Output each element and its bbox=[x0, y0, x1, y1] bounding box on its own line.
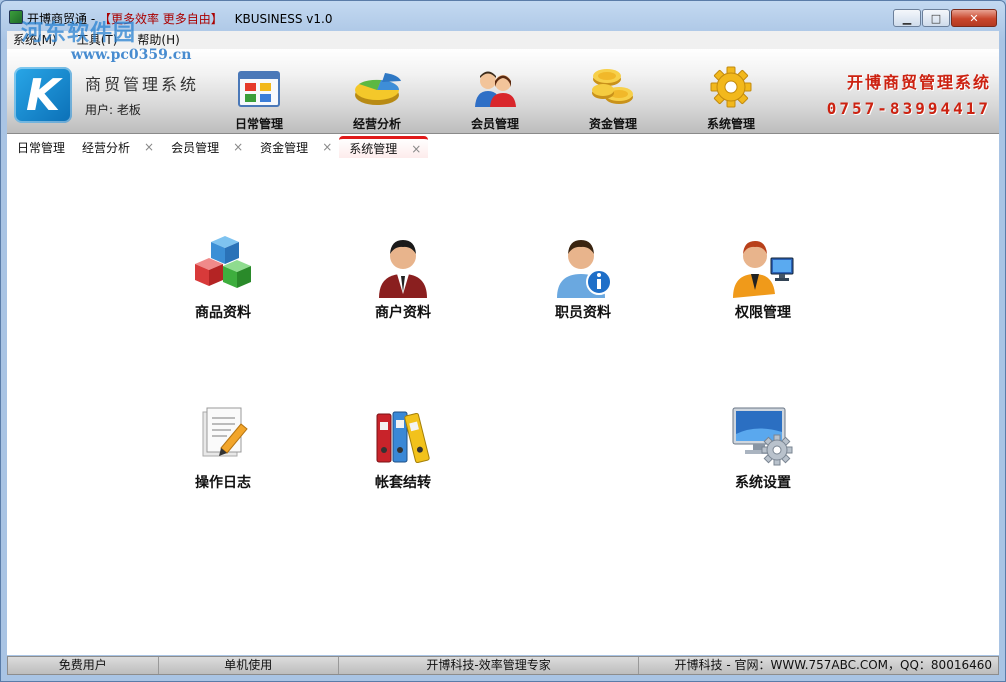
user-computer-icon bbox=[731, 234, 795, 298]
tab-daily[interactable]: 日常管理 bbox=[7, 136, 72, 158]
minimize-button[interactable]: ▁ bbox=[893, 9, 921, 27]
tab-system[interactable]: 系统管理 × bbox=[339, 136, 429, 158]
watermark-text: 河东软件园 bbox=[21, 20, 137, 46]
nav-analysis-label: 经营分析 bbox=[352, 117, 401, 131]
tile-label: 操作日志 bbox=[195, 475, 251, 491]
tile-system-settings[interactable]: 系统设置 bbox=[703, 404, 823, 492]
status-bar: 免费用户 单机使用 开博科技-效率管理专家 开博科技 - 官网：WWW.757A… bbox=[7, 656, 999, 675]
monitor-gear-icon bbox=[731, 404, 795, 468]
tab-label: 系统管理 bbox=[349, 142, 398, 156]
pie-chart-icon bbox=[355, 69, 401, 109]
tile-label: 商户资料 bbox=[375, 305, 431, 321]
window-controls: ▁ □ ✕ bbox=[893, 9, 997, 27]
title-version: KBUSINESS v1.0 bbox=[234, 12, 333, 26]
nav-daily[interactable]: 日常管理 bbox=[219, 69, 299, 132]
tile-employees[interactable]: 职员资料 bbox=[523, 234, 643, 322]
tab-label: 日常管理 bbox=[17, 140, 66, 155]
nav-system-label: 系统管理 bbox=[706, 117, 755, 131]
tab-label: 经营分析 bbox=[82, 140, 131, 155]
tile-label: 系统设置 bbox=[735, 475, 791, 491]
current-user: 用户: 老板 bbox=[85, 103, 141, 117]
nav-daily-label: 日常管理 bbox=[234, 117, 283, 131]
tile-label: 权限管理 bbox=[735, 305, 791, 321]
tab-label: 会员管理 bbox=[171, 140, 220, 155]
tile-merchants[interactable]: 商户资料 bbox=[343, 234, 463, 322]
tab-close-icon[interactable]: × bbox=[322, 140, 332, 154]
daily-icon bbox=[237, 69, 281, 109]
tile-products[interactable]: 商品资料 bbox=[163, 234, 283, 322]
status-slogan: 开博科技-效率管理专家 bbox=[339, 657, 640, 674]
tile-account-transfer[interactable]: 帐套结转 bbox=[343, 404, 463, 492]
tab-close-icon[interactable]: × bbox=[233, 140, 243, 154]
binders-icon bbox=[371, 404, 435, 468]
log-edit-icon bbox=[191, 404, 255, 468]
system-management-panel: 商品资料 商户资料 职员资料 权限管理 操作日志 帐套结转 系统设置 bbox=[7, 158, 999, 655]
status-user-type: 免费用户 bbox=[8, 657, 159, 674]
nav-system[interactable]: 系统管理 bbox=[691, 66, 771, 132]
brand-block: 开博商贸管理系统 0757-83994417 bbox=[827, 69, 991, 118]
status-mode: 单机使用 bbox=[159, 657, 339, 674]
tab-members[interactable]: 会员管理 × bbox=[161, 136, 250, 158]
title-bar[interactable]: 开博商贸通 - 【更多效率 更多自由】 KBUSINESS v1.0 ▁ □ ✕ bbox=[1, 1, 1005, 31]
tile-label: 帐套结转 bbox=[375, 475, 431, 491]
tab-analysis[interactable]: 经营分析 × bbox=[72, 136, 161, 158]
watermark-url: www.pc0359.cn bbox=[71, 47, 192, 63]
nav-analysis[interactable]: 经营分析 bbox=[337, 69, 417, 132]
employee-info-icon bbox=[551, 234, 615, 298]
cubes-icon bbox=[191, 234, 255, 298]
app-logo: K bbox=[14, 67, 72, 123]
tile-permissions[interactable]: 权限管理 bbox=[703, 234, 823, 322]
nav-funds-label: 资金管理 bbox=[588, 117, 637, 131]
close-button[interactable]: ✕ bbox=[951, 9, 997, 27]
members-icon bbox=[473, 69, 517, 109]
tile-label: 职员资料 bbox=[555, 305, 611, 321]
tab-close-icon[interactable]: × bbox=[411, 142, 421, 156]
nav-funds[interactable]: 资金管理 bbox=[573, 69, 653, 132]
tile-label: 商品资料 bbox=[195, 305, 251, 321]
tab-bar: 日常管理 经营分析 × 会员管理 × 资金管理 × 系统管理 × bbox=[7, 134, 999, 158]
maximize-button[interactable]: □ bbox=[922, 9, 950, 27]
businessman-icon bbox=[371, 234, 435, 298]
app-window: 开博商贸通 - 【更多效率 更多自由】 KBUSINESS v1.0 ▁ □ ✕… bbox=[0, 0, 1006, 682]
nav-members[interactable]: 会员管理 bbox=[455, 69, 535, 132]
gear-icon bbox=[709, 66, 753, 109]
tile-operation-log[interactable]: 操作日志 bbox=[163, 404, 283, 492]
coins-icon bbox=[591, 69, 635, 109]
system-name: 商贸管理系统 bbox=[85, 75, 200, 94]
brand-phone: 0757-83994417 bbox=[826, 99, 991, 118]
brand-name: 开博商贸管理系统 bbox=[846, 73, 991, 92]
nav-members-label: 会员管理 bbox=[470, 117, 519, 131]
tab-label: 资金管理 bbox=[260, 140, 309, 155]
tab-funds[interactable]: 资金管理 × bbox=[250, 136, 339, 158]
tab-close-icon[interactable]: × bbox=[144, 140, 154, 154]
logo-letter: K bbox=[25, 69, 61, 121]
status-contact: 开博科技 - 官网：WWW.757ABC.COM，QQ：80016460 bbox=[674, 658, 992, 672]
